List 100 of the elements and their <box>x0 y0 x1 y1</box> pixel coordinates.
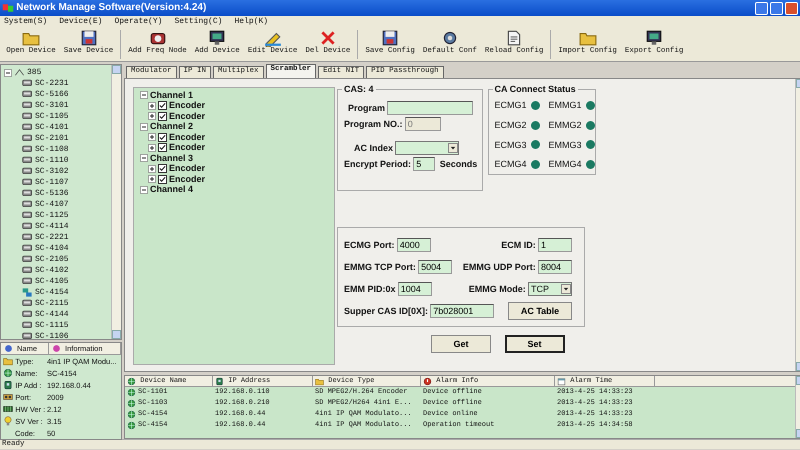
tree-item[interactable]: SC-4104 <box>35 244 69 254</box>
action-button[interactable]: Set <box>504 335 564 353</box>
tree-item[interactable]: SC-1125 <box>35 210 69 220</box>
expand-icon[interactable] <box>148 164 156 173</box>
chip-icon <box>3 404 13 414</box>
tree-item[interactable]: SC-5136 <box>35 188 69 198</box>
monitor-icon <box>645 29 664 47</box>
tree-item[interactable]: Channel 4 <box>150 184 194 196</box>
tree-item[interactable]: Encoder <box>169 110 206 122</box>
field-label: EMMG TCP Port: <box>344 262 416 272</box>
tree-item[interactable]: SC-1105 <box>35 112 69 122</box>
restore-button[interactable] <box>770 2 783 14</box>
collapse-icon[interactable] <box>4 68 12 76</box>
tree-item[interactable]: SC-4144 <box>35 310 69 320</box>
minimize-button[interactable] <box>754 2 768 14</box>
checkbox[interactable] <box>158 101 167 110</box>
caret-icon <box>563 286 569 292</box>
input-field[interactable]: 8004 <box>538 260 572 274</box>
tree-item[interactable]: Channel 3 <box>150 152 194 164</box>
input-field[interactable]: 1004 <box>398 282 432 296</box>
tree-item[interactable]: SC-1110 <box>35 156 69 166</box>
collapse-icon[interactable] <box>140 154 148 162</box>
expand-icon[interactable] <box>148 102 156 110</box>
tree-item[interactable]: Encoder <box>169 174 206 185</box>
menu-item[interactable]: Help(K) <box>234 17 268 27</box>
input-field[interactable]: 5 <box>413 157 436 171</box>
checkbox[interactable] <box>158 143 167 152</box>
scrollbar[interactable] <box>111 65 121 339</box>
action-button[interactable]: Get <box>431 335 491 353</box>
tree-item[interactable]: SC-2221 <box>35 232 69 242</box>
tree-item[interactable]: Encoder <box>169 100 206 112</box>
tree-item[interactable]: SC-2231 <box>35 78 69 88</box>
expand-icon[interactable] <box>148 175 156 184</box>
dropdown-value: TCP <box>531 284 549 294</box>
field-label: AC Index <box>354 142 394 154</box>
window-title: Network Manage Software(Version:4.24) <box>16 2 206 14</box>
collapse-icon[interactable] <box>140 91 148 100</box>
status-label: ECMG3 <box>494 140 527 150</box>
tree-item[interactable]: Encoder <box>169 132 206 143</box>
menu-item[interactable]: Setting(C) <box>174 17 222 27</box>
tree-item[interactable]: Encoder <box>169 142 206 154</box>
status-label: EMMG4 <box>548 159 582 170</box>
collapse-icon[interactable] <box>140 186 148 194</box>
tree-item[interactable]: SC-4101 <box>35 122 69 132</box>
status-label: EMMG2 <box>548 120 582 131</box>
alarm-icon <box>423 376 432 386</box>
tree-item[interactable]: SC-4154 <box>35 288 69 298</box>
globe-icon <box>127 399 136 408</box>
collapse-icon[interactable] <box>140 122 148 131</box>
tree-item[interactable]: SC-1108 <box>35 144 69 154</box>
tree-item[interactable]: SC-4107 <box>35 200 69 210</box>
tree-item[interactable]: SC-4114 <box>35 222 69 232</box>
dropdown[interactable]: TCP <box>528 282 572 296</box>
menu-item[interactable]: Operate(Y) <box>114 17 162 27</box>
ac-table-button[interactable]: AC Table <box>508 302 572 320</box>
checkbox[interactable] <box>158 164 167 174</box>
group-title: CAS: 4 <box>342 84 376 95</box>
tree-item[interactable]: SC-3101 <box>35 100 69 110</box>
group-title: CA Connect Status <box>492 84 578 95</box>
tree-item[interactable]: SC-4102 <box>35 266 69 276</box>
field-label: Program <box>348 102 386 114</box>
checkbox[interactable] <box>158 132 167 142</box>
input-field[interactable]: 5004 <box>418 260 452 274</box>
field-label: ECM ID: <box>501 240 536 250</box>
tree-item[interactable]: Channel 1 <box>150 90 194 101</box>
tree-item[interactable]: SC-1115 <box>35 320 69 330</box>
expand-icon[interactable] <box>148 112 156 120</box>
tree-item[interactable]: SC-5166 <box>35 90 69 100</box>
tree-item[interactable]: SC-4105 <box>35 276 69 286</box>
status-label: EMMG3 <box>548 140 582 150</box>
input-field[interactable]: 4000 <box>396 238 431 252</box>
caret-icon <box>450 145 456 151</box>
status-label: ECMG2 <box>494 120 527 131</box>
tree-item[interactable]: Encoder <box>169 163 206 174</box>
tree-item[interactable]: SC-2115 <box>35 298 69 308</box>
tree-item[interactable]: Channel 2 <box>150 121 194 132</box>
globe-icon <box>127 410 136 419</box>
status-label: EMMG1 <box>548 100 582 111</box>
input-field[interactable]: 1 <box>538 238 572 252</box>
expand-icon[interactable] <box>148 133 156 142</box>
menu-item[interactable]: Device(E) <box>59 17 102 27</box>
close-button[interactable] <box>785 2 798 14</box>
tree-item[interactable]: SC-1106 <box>35 332 69 339</box>
status-label: ECMG4 <box>494 159 527 170</box>
expand-icon[interactable] <box>148 144 156 152</box>
tree-item[interactable]: SC-2101 <box>35 134 69 144</box>
tree-item[interactable]: SC-2105 <box>35 254 69 264</box>
dropdown[interactable] <box>395 141 460 155</box>
tree-item[interactable]: SC-3102 <box>35 166 69 176</box>
input-field[interactable] <box>387 101 474 115</box>
field-label: Program NO.: <box>344 118 403 130</box>
menu-item[interactable]: System(S) <box>4 17 48 27</box>
app-icon <box>2 2 14 14</box>
tree-item[interactable]: 385 <box>27 68 42 78</box>
checkbox[interactable] <box>158 112 167 121</box>
input-field[interactable]: 7b028001 <box>430 304 494 318</box>
globe-icon <box>127 421 136 430</box>
tree-item[interactable]: SC-1107 <box>35 178 69 188</box>
field-label: EMMG UDP Port: <box>462 262 536 272</box>
checkbox[interactable] <box>158 174 167 184</box>
